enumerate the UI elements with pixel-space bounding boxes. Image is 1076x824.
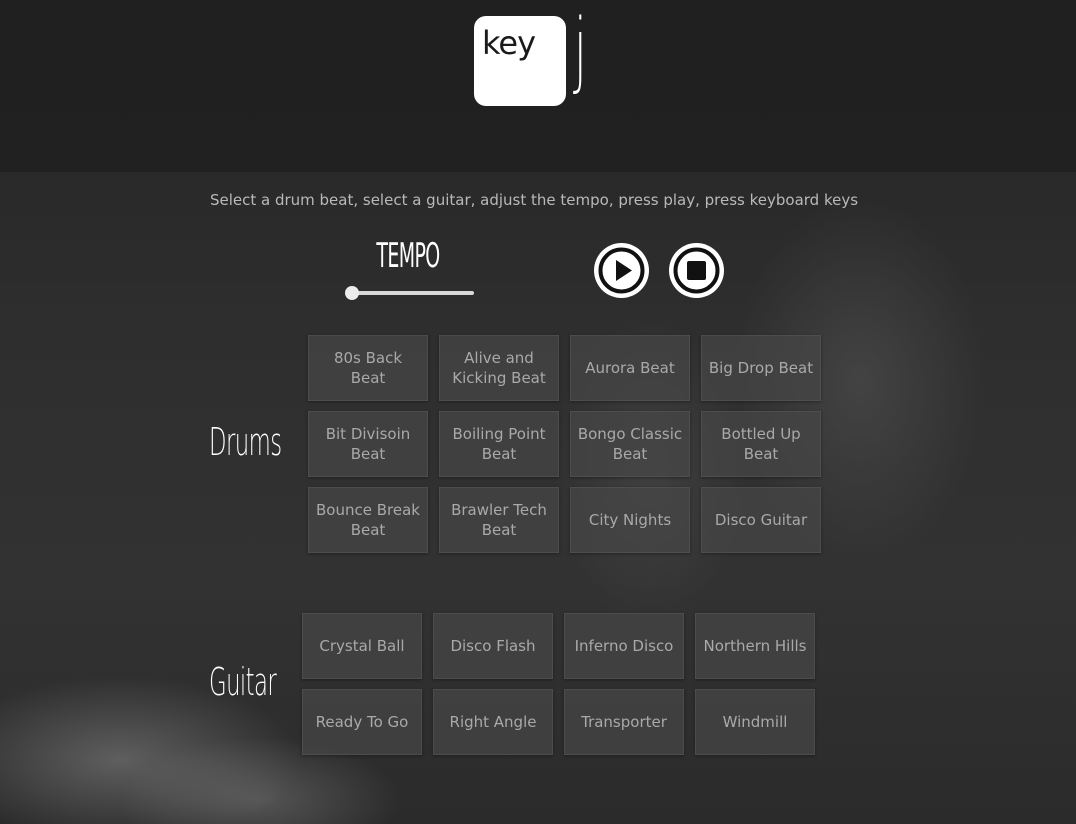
guitar-track-tile[interactable]: Ready To Go (302, 689, 422, 755)
logo-key-text: key (482, 24, 536, 62)
play-icon (598, 247, 645, 294)
app-logo: key j (474, 2, 604, 108)
guitar-track-tile[interactable]: Right Angle (433, 689, 553, 755)
drum-beat-tile[interactable]: Brawler Tech Beat (439, 487, 559, 553)
guitar-track-tile[interactable]: Inferno Disco (564, 613, 684, 679)
drum-beat-tile[interactable]: Big Drop Beat (701, 335, 821, 401)
instructions-text: Select a drum beat, select a guitar, adj… (209, 191, 859, 209)
drum-beat-tile[interactable]: Disco Guitar (701, 487, 821, 553)
drum-beat-tile[interactable]: Boiling Point Beat (439, 411, 559, 477)
guitar-track-tile[interactable]: Disco Flash (433, 613, 553, 679)
drum-beat-tile[interactable]: Bounce Break Beat (308, 487, 428, 553)
drum-beat-tile[interactable]: City Nights (570, 487, 690, 553)
drums-section-label: Drums (209, 420, 282, 464)
guitar-track-tile[interactable]: Crystal Ball (302, 613, 422, 679)
logo-key-cap: key (474, 16, 566, 106)
tempo-slider-track[interactable] (348, 291, 474, 295)
drum-beat-tile[interactable]: Bongo Classic Beat (570, 411, 690, 477)
guitar-track-tile[interactable]: Transporter (564, 689, 684, 755)
drum-beat-tile[interactable]: 80s Back Beat (308, 335, 428, 401)
drum-beat-tile[interactable]: Alive and Kicking Beat (439, 335, 559, 401)
stop-button[interactable] (669, 243, 724, 298)
drum-beat-tile[interactable]: Aurora Beat (570, 335, 690, 401)
drum-beat-tile[interactable]: Bit Divisoin Beat (308, 411, 428, 477)
tempo-slider-thumb[interactable] (345, 286, 359, 300)
play-button[interactable] (594, 243, 649, 298)
drum-beat-tile[interactable]: Bottled Up Beat (701, 411, 821, 477)
guitar-track-tile[interactable]: Windmill (695, 689, 815, 755)
logo-letter: j (574, 2, 587, 97)
guitar-track-tile[interactable]: Northern Hills (695, 613, 815, 679)
stop-icon (673, 247, 720, 294)
tempo-label: TEMPO (376, 236, 440, 276)
guitar-section-label: Guitar (209, 660, 277, 704)
